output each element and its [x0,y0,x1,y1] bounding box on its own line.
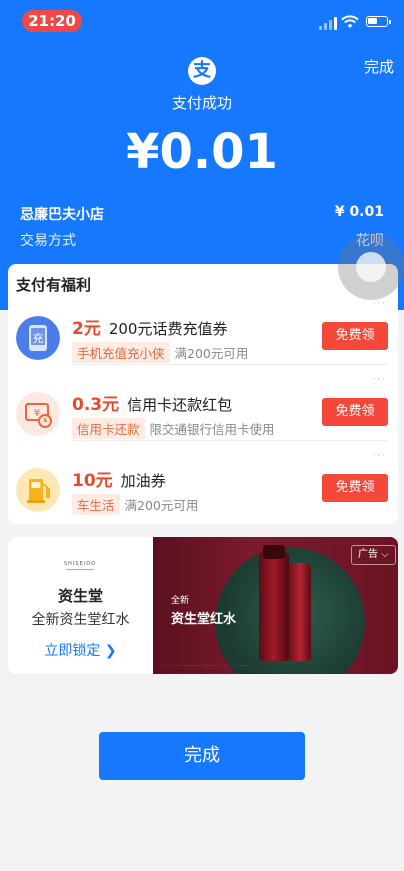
more-options-icon[interactable]: ··· [372,448,386,462]
benefit-name: 加油券 [120,472,166,490]
benefits-title: 支付有福利 [16,276,92,294]
banner-text: 全新 资生堂红水 [171,593,236,627]
status-bar: 21:20 [0,0,404,40]
wifi-icon [341,15,359,28]
divider [72,364,388,365]
more-options-icon[interactable]: ··· [372,372,386,386]
ad-info: SHISEIDO 资生堂 全新资生堂红水 立即锁定 ❯ [8,537,153,674]
ad-card[interactable]: SHISEIDO 资生堂 全新资生堂红水 立即锁定 ❯ 全新 资生堂红水 广告 … [8,537,398,674]
payment-status: 支付成功 [171,94,232,112]
ad-product-name: 全新资生堂红水 [31,612,130,628]
merchant-row: 忌廉巴夫小店 ¥ 0.01 [20,204,384,224]
payment-method-label: 交易方式 [20,233,76,249]
ad-cta-link[interactable]: 立即锁定 ❯ [8,640,153,660]
benefit-price: 0.3元 [72,395,120,415]
benefit-tag: 信用卡还款 [72,418,145,439]
banner-line-1: 全新 [171,596,190,606]
benefit-tag: 车生活 [72,494,120,515]
benefit-desc: 限交通银行信用卡使用 [149,422,275,437]
ad-fineprint: · · · · · · · · · · · · · · · · · · · · … [161,663,249,668]
ad-badge[interactable]: 广告 ⌵ [351,545,396,565]
payment-amount: ¥0.01 [126,124,278,180]
benefit-price: 10元 [72,471,113,491]
fuel-pump-icon [16,468,60,512]
payment-method-row: 交易方式 花呗 [20,230,384,250]
benefit-tag: 手机充值充小侠 [72,342,170,363]
banner-line-2: 资生堂红水 [171,612,237,627]
phone-recharge-icon: 充 [16,316,60,360]
time: 21:20 [22,10,82,32]
claim-button[interactable]: 免费领 [322,474,388,502]
merchant-amount: ¥ 0.01 [334,204,384,220]
done-button[interactable]: 完成 [99,732,305,780]
svg-text:充: 充 [33,331,44,345]
benefit-name: 200元话费充值券 [108,320,228,338]
divider [72,440,388,441]
alipay-logo-icon: 支 [188,57,216,85]
product-bottle-image [259,545,289,661]
claim-button[interactable]: 免费领 [322,398,388,426]
ad-banner-image[interactable]: 全新 资生堂红水 广告 ⌵ · · · · · · · · · · · · · … [153,537,398,674]
claim-button[interactable]: 免费领 [322,322,388,350]
brand-logo: SHISEIDO [60,561,100,570]
top-done-button[interactable]: 完成 [364,56,394,77]
credit-card-repay-icon: ¥ [16,392,60,436]
benefit-name: 信用卡还款红包 [127,396,233,414]
product-bottle-image [289,563,311,661]
benefit-item[interactable]: ··· ¥ 0.3元 信用卡还款红包 信用卡还款 限交通银行信用卡使用 免费领 [8,372,398,454]
battery-icon [366,16,391,27]
benefit-desc: 满200元可用 [174,346,249,361]
ad-brand-name: 资生堂 [57,587,103,605]
floating-assistive-ball[interactable] [338,234,404,300]
benefit-desc: 满200元可用 [124,498,199,513]
benefits-card: 支付有福利 ··· 充 2元 200元话费充值券 手机充值充小侠 满200元可用 免… [8,264,398,524]
benefit-item[interactable]: ··· 10元 加油券 车生活 满200元可用 免费领 [8,448,398,530]
benefit-price: 2元 [72,319,101,339]
brand-mark-text: SHISEIDO [63,561,96,567]
signal-icon [319,16,339,30]
benefit-item[interactable]: ··· 充 2元 200元话费充值券 手机充值充小侠 满200元可用 免费领 [8,296,398,378]
merchant-name: 忌廉巴夫小店 [20,207,104,223]
